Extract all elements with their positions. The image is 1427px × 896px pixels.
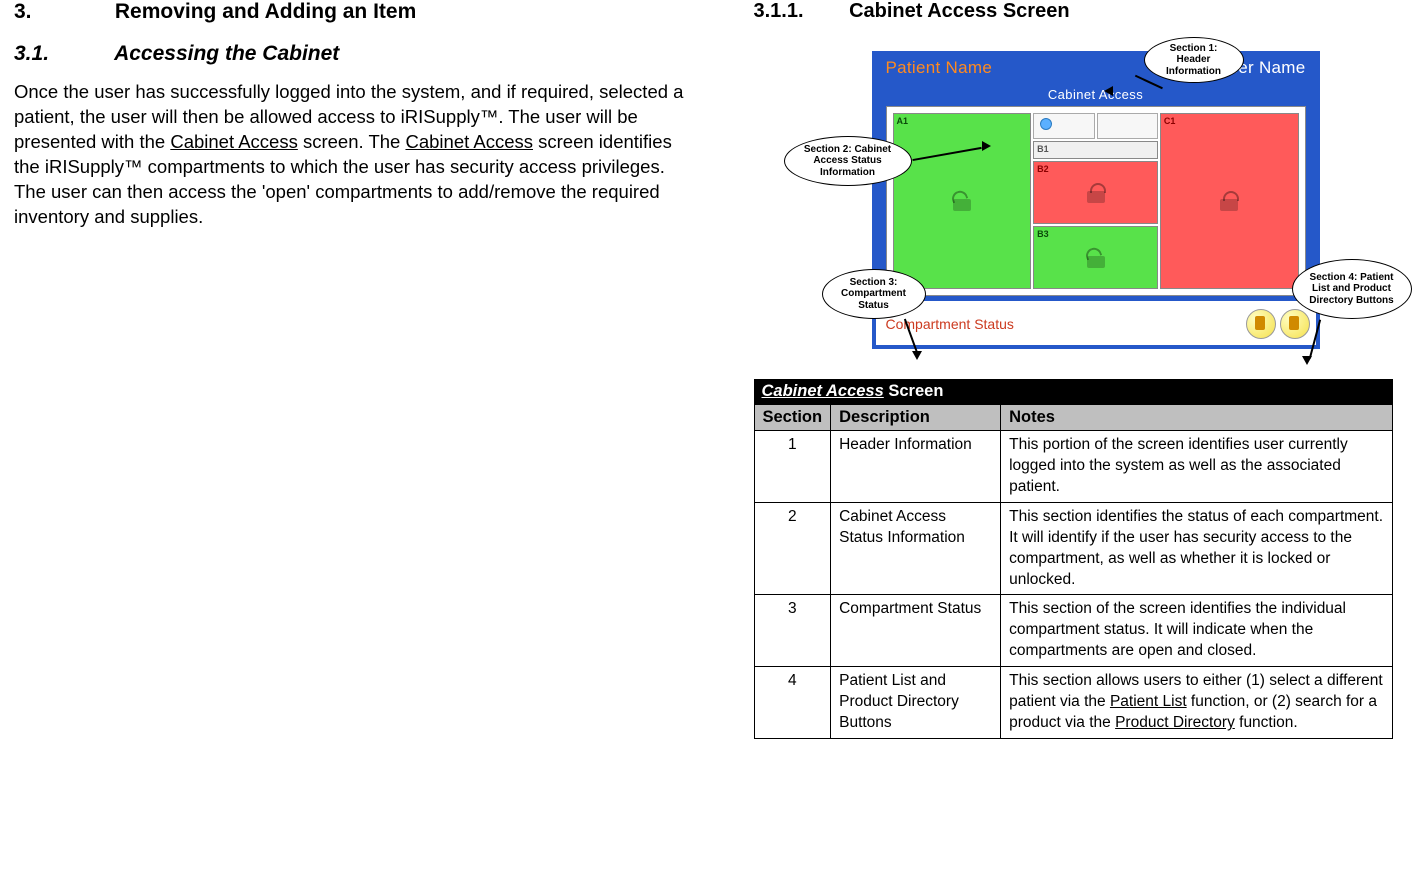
footer-buttons <box>1246 309 1310 339</box>
cell-section: 4 <box>754 667 831 739</box>
table-row: 3 Compartment Status This section of the… <box>754 595 1393 667</box>
compartment-b3: B3 <box>1033 226 1158 289</box>
lock-icon <box>1087 183 1105 203</box>
note4-e: function. <box>1235 714 1298 731</box>
compartment-b1-label: B1 <box>1037 144 1049 154</box>
heading-3-1-text: Accessing the Cabinet <box>114 42 339 65</box>
arrowhead-4 <box>1302 356 1312 365</box>
intro-underline-2: Cabinet Access <box>405 131 533 152</box>
cell-description: Patient List and Product Directory Butto… <box>831 667 1001 739</box>
cell-notes: This section allows users to either (1) … <box>1001 667 1393 739</box>
table-header-row: Section Description Notes <box>754 405 1393 431</box>
unit-b: B1 B2 B3 <box>1033 113 1158 289</box>
lock-icon <box>1220 191 1238 211</box>
compartment-b1: B1 <box>1033 141 1158 159</box>
arrowhead-3 <box>912 351 922 360</box>
th-notes: Notes <box>1001 405 1393 431</box>
table-caption-underline: Cabinet Access <box>762 382 884 400</box>
heading-3: 3. Removing and Adding an Item <box>14 0 684 24</box>
cabinet-units: A1 B1 B2 <box>886 106 1306 296</box>
cabinet-body-title: Cabinet Access <box>886 87 1306 106</box>
note4-d: Product Directory <box>1115 714 1235 731</box>
unlock-icon <box>953 191 971 211</box>
intro-underline-1: Cabinet Access <box>170 131 298 152</box>
patient-list-button-icon <box>1246 309 1276 339</box>
panel-right <box>1097 113 1158 139</box>
table-row: 4 Patient List and Product Directory But… <box>754 667 1393 739</box>
table-row: 1 Header Information This portion of the… <box>754 431 1393 503</box>
compartment-c1-label: C1 <box>1164 116 1176 126</box>
compartment-a1: A1 <box>893 113 1032 289</box>
heading-3-1-1-text: Cabinet Access Screen <box>849 0 1069 22</box>
heading-3-1: 3.1. Accessing the Cabinet <box>14 42 684 66</box>
compartment-c1: C1 <box>1160 113 1299 289</box>
patient-name-label: Patient Name <box>886 58 993 78</box>
note4-b: Patient List <box>1110 693 1187 710</box>
cabinet-screen-mock: Patient Name User Name Cabinet Access A1 <box>872 51 1320 349</box>
table-caption: Cabinet Access Screen <box>754 379 1394 404</box>
th-description: Description <box>831 405 1001 431</box>
cabinet-footer: Compartment Status <box>876 300 1316 345</box>
compartment-b2-label: B2 <box>1037 164 1049 174</box>
product-directory-button-icon <box>1280 309 1310 339</box>
callout-section-1: Section 1: Header Information <box>1144 37 1244 83</box>
table-row: 2 Cabinet Access Status Information This… <box>754 502 1393 595</box>
cell-description: Compartment Status <box>831 595 1001 667</box>
panel-left <box>1033 113 1094 139</box>
unit-a: A1 <box>893 113 1032 289</box>
cabinet-access-table: Cabinet Access Screen Section Descriptio… <box>754 379 1394 739</box>
cell-section: 3 <box>754 595 831 667</box>
clock-icon <box>1040 118 1052 130</box>
callout-section-4: Section 4: Patient List and Product Dire… <box>1292 259 1412 319</box>
intro-paragraph: Once the user has successfully logged in… <box>14 80 684 230</box>
unit-b-top <box>1033 113 1158 139</box>
callout-section-3: Section 3: Compartment Status <box>822 269 926 319</box>
cell-notes: This section of the screen identifies th… <box>1001 595 1393 667</box>
table-caption-rest: Screen <box>884 382 944 400</box>
unlock-icon <box>1087 248 1105 268</box>
cell-description: Header Information <box>831 431 1001 503</box>
cell-notes: This section identifies the status of ea… <box>1001 502 1393 595</box>
callout-section-2: Section 2: Cabinet Access Status Informa… <box>784 136 912 186</box>
heading-3-number: 3. <box>14 0 109 24</box>
cabinet-body: Cabinet Access A1 <box>876 81 1316 300</box>
compartment-b3-label: B3 <box>1037 229 1049 239</box>
intro-text-2: screen. The <box>298 131 406 152</box>
unit-c: C1 <box>1160 113 1299 289</box>
heading-3-1-1-number: 3.1.1. <box>754 0 844 23</box>
compartment-b2: B2 <box>1033 161 1158 224</box>
heading-3-text: Removing and Adding an Item <box>115 0 416 23</box>
th-section: Section <box>754 405 831 431</box>
arrowhead-2 <box>982 141 991 151</box>
cell-notes: This portion of the screen identifies us… <box>1001 431 1393 503</box>
heading-3-1-number: 3.1. <box>14 42 109 66</box>
cell-description: Cabinet Access Status Information <box>831 502 1001 595</box>
cabinet-header: Patient Name User Name <box>876 55 1316 81</box>
cabinet-access-diagram: Section 1: Header Information Section 2:… <box>854 51 1404 349</box>
heading-3-1-1: 3.1.1. Cabinet Access Screen <box>754 0 1394 23</box>
cell-section: 2 <box>754 502 831 595</box>
cell-section: 1 <box>754 431 831 503</box>
compartment-a1-label: A1 <box>897 116 909 126</box>
arrowhead-1 <box>1104 86 1113 96</box>
